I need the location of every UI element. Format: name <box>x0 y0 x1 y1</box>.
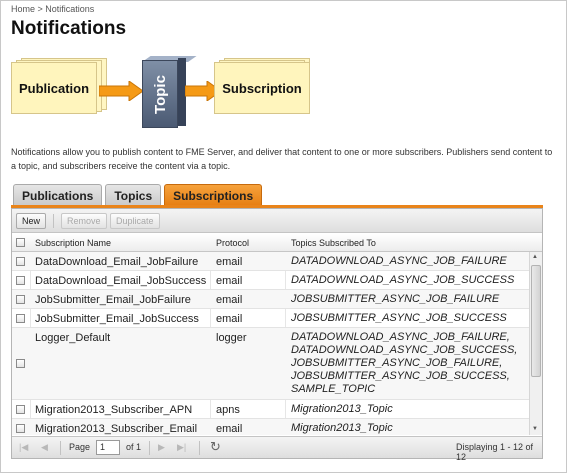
table-row[interactable]: JobSubmitter_Email_JobFailure email JOBS… <box>12 290 529 309</box>
cell-name: DataDownload_Email_JobFailure <box>35 256 199 268</box>
scroll-down-icon[interactable]: ▼ <box>532 426 538 432</box>
subscription-stack: Subscription <box>214 58 312 122</box>
scrollbar-thumb[interactable] <box>531 265 541 377</box>
toolbar: New Remove Duplicate <box>12 209 542 233</box>
tab-bar: Publications Topics Subscriptions <box>13 184 265 206</box>
cell-name: Logger_Default <box>35 332 111 344</box>
cell-name: JobSubmitter_Email_JobSuccess <box>35 313 199 325</box>
tab-topics[interactable]: Topics <box>105 184 162 206</box>
remove-button[interactable]: Remove <box>61 213 107 229</box>
row-checkbox[interactable] <box>16 314 25 323</box>
cell-protocol: email <box>216 275 243 287</box>
column-header-name[interactable]: Subscription Name <box>35 238 111 248</box>
vertical-scrollbar[interactable]: ▲ ▼ <box>529 252 542 435</box>
cell-topics: Migration2013_Topic <box>291 403 393 415</box>
row-checkbox[interactable] <box>16 257 25 266</box>
row-checkbox[interactable] <box>16 276 25 285</box>
subscription-label: Subscription <box>222 80 302 96</box>
page-title: Notifications <box>11 18 127 39</box>
breadcrumb[interactable]: Home > Notifications <box>11 4 94 14</box>
prev-page-icon[interactable]: ◀ <box>41 442 48 453</box>
subscriptions-panel: New Remove Duplicate Subscription Name P… <box>11 208 543 462</box>
page-number-input[interactable]: 1 <box>96 440 120 455</box>
cell-topics: JOBSUBMITTER_ASYNC_JOB_FAILURE <box>291 293 500 305</box>
column-header-topics[interactable]: Topics Subscribed To <box>291 238 376 248</box>
last-page-icon[interactable]: ▶| <box>177 442 186 453</box>
table-row[interactable]: Migration2013_Subscriber_APN apns Migrat… <box>12 400 529 419</box>
toolbar-separator <box>53 214 54 228</box>
row-checkbox[interactable] <box>16 424 25 433</box>
refresh-icon[interactable]: ↻ <box>210 439 221 455</box>
tab-subscriptions[interactable]: Subscriptions <box>164 184 263 206</box>
cell-topics: DATADOWNLOAD_ASYNC_JOB_SUCCESS <box>291 274 515 286</box>
cell-protocol: email <box>216 423 243 435</box>
cell-topics: DATADOWNLOAD_ASYNC_JOB_FAILURE, DATADOWN… <box>291 331 518 395</box>
column-header-protocol[interactable]: Protocol <box>216 238 249 248</box>
cell-topics: JOBSUBMITTER_ASYNC_JOB_SUCCESS <box>291 312 507 324</box>
duplicate-button[interactable]: Duplicate <box>110 213 160 229</box>
cell-protocol: apns <box>216 404 240 416</box>
cell-protocol: email <box>216 256 243 268</box>
table-row[interactable]: Logger_Default logger DATADOWNLOAD_ASYNC… <box>12 328 529 400</box>
cell-topics: DATADOWNLOAD_ASYNC_JOB_FAILURE <box>291 255 507 267</box>
notifications-diagram: Publication Topic Subscription <box>11 56 321 132</box>
cell-protocol: email <box>216 313 243 325</box>
displaying-count: Displaying 1 - 12 of 12 <box>456 442 534 462</box>
new-button[interactable]: New <box>16 213 47 229</box>
cell-name: DataDownload_Email_JobSuccess <box>35 275 207 287</box>
intro-text: Notifications allow you to publish conte… <box>11 147 553 171</box>
page-count-label: of 1 <box>126 442 142 452</box>
scroll-up-icon[interactable]: ▲ <box>532 254 538 260</box>
arrow-right-icon <box>99 81 143 101</box>
topic-label: Topic <box>151 74 169 114</box>
select-all-checkbox[interactable] <box>16 238 25 247</box>
first-page-icon[interactable]: |◀ <box>19 442 28 453</box>
table-body: DataDownload_Email_JobFailure email DATA… <box>12 252 529 435</box>
table-row[interactable]: Migration2013_Subscriber_Email email Mig… <box>12 419 529 435</box>
paging-toolbar: |◀ ◀ Page 1 of 1 ▶ ▶| ↻ Displaying 1 - 1… <box>12 436 542 462</box>
tab-publications[interactable]: Publications <box>13 184 103 206</box>
cell-topics: Migration2013_Topic <box>291 422 393 434</box>
publication-label: Publication <box>18 80 90 96</box>
page-label: Page <box>69 442 91 452</box>
table-row[interactable]: JobSubmitter_Email_JobSuccess email JOBS… <box>12 309 529 328</box>
cell-protocol: logger <box>216 332 247 344</box>
cell-name: JobSubmitter_Email_JobFailure <box>35 294 191 306</box>
publication-stack: Publication <box>11 58 109 122</box>
table-row[interactable]: DataDownload_Email_JobSuccess email DATA… <box>12 271 529 290</box>
row-checkbox[interactable] <box>16 359 25 368</box>
row-checkbox[interactable] <box>16 295 25 304</box>
table-row[interactable]: DataDownload_Email_JobFailure email DATA… <box>12 252 529 271</box>
table-header: Subscription Name Protocol Topics Subscr… <box>12 234 542 252</box>
cell-name: Migration2013_Subscriber_APN <box>35 404 193 416</box>
next-page-icon[interactable]: ▶ <box>158 442 165 453</box>
row-checkbox[interactable] <box>16 405 25 414</box>
cell-name: Migration2013_Subscriber_Email <box>35 423 198 435</box>
cell-protocol: email <box>216 294 243 306</box>
